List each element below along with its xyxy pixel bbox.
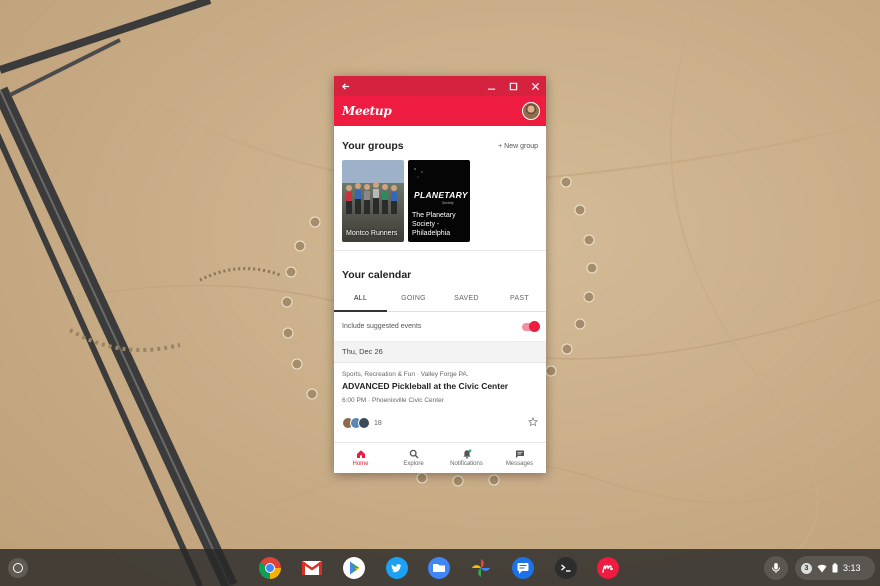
- group-name: The Planetary Society - Philadelphia: [412, 212, 456, 237]
- suggested-events-label: Include suggested events: [342, 323, 422, 330]
- nav-label: Notifications: [450, 461, 483, 467]
- bottom-navigation: Home Explore Notifications Messages: [334, 442, 546, 473]
- groups-heading: Your groups: [342, 140, 404, 152]
- launcher-button[interactable]: [8, 558, 28, 578]
- event-title[interactable]: ADVANCED Pickleball at the Civic Center: [342, 381, 538, 391]
- stars-graphic: [414, 168, 423, 178]
- attendee-count: 18: [374, 419, 382, 427]
- bell-icon: [462, 449, 471, 459]
- window-titlebar: [334, 76, 546, 96]
- groups-header: Your groups + New group: [334, 126, 546, 160]
- tab-past[interactable]: PAST: [493, 289, 546, 311]
- event-time-location: 6:00 PM · Phoenixville Civic Center: [342, 397, 444, 404]
- new-group-link[interactable]: + New group: [498, 143, 538, 150]
- group-card-planetary-society[interactable]: PLANETARY Society The Planetary Society …: [408, 160, 470, 242]
- nav-messages[interactable]: Messages: [493, 443, 546, 473]
- attendee-avatars[interactable]: 18: [342, 417, 382, 429]
- message-icon: [515, 450, 524, 458]
- calendar-header: Your calendar: [334, 251, 546, 289]
- search-icon: [409, 449, 418, 459]
- terminal-icon[interactable]: [552, 554, 580, 582]
- suggested-events-row: Include suggested events: [334, 312, 546, 342]
- tab-saved[interactable]: SAVED: [440, 289, 493, 311]
- shelf: 3 3:13: [0, 549, 880, 586]
- star-icon[interactable]: [528, 414, 538, 432]
- chrome-icon[interactable]: [256, 554, 284, 582]
- suggested-events-toggle[interactable]: [522, 320, 540, 332]
- photos-icon[interactable]: [467, 554, 495, 582]
- microphone-icon[interactable]: [764, 556, 788, 580]
- app-header: Meetup: [334, 96, 546, 126]
- gmail-icon[interactable]: [298, 554, 326, 582]
- nav-label: Messages: [505, 461, 534, 467]
- tab-going[interactable]: GOING: [387, 289, 440, 311]
- calendar-heading: Your calendar: [342, 269, 412, 281]
- notification-badge: 3: [801, 562, 812, 574]
- wifi-icon: [817, 564, 827, 572]
- minimize-icon[interactable]: [486, 81, 496, 91]
- calendar-tabs: ALL GOING SAVED PAST: [334, 289, 546, 312]
- nav-label: Explore: [403, 461, 424, 467]
- planetary-logo-text: PLANETARY: [414, 190, 468, 200]
- meetup-app-window: Meetup Your groups + New group Montco Ru…: [334, 76, 546, 473]
- nav-home[interactable]: Home: [334, 443, 387, 473]
- group-card-montco-runners[interactable]: Montco Runners: [342, 160, 404, 242]
- nav-label: Home: [352, 461, 369, 467]
- status-tray[interactable]: 3 3:13: [795, 556, 875, 580]
- day-header: Thu, Dec 26: [334, 342, 546, 363]
- meetup-logo[interactable]: Meetup: [342, 104, 392, 118]
- close-icon[interactable]: [530, 81, 540, 91]
- main-content: Your groups + New group Montco Runners P…: [334, 126, 546, 443]
- toggle-knob: [529, 320, 540, 332]
- play-store-icon[interactable]: [340, 554, 368, 582]
- event-card[interactable]: Sports, Recreation & Fun · Valley Forge …: [334, 363, 546, 432]
- messages-app-icon[interactable]: [509, 554, 537, 582]
- home-icon: [356, 450, 365, 458]
- back-arrow-icon[interactable]: [340, 81, 350, 91]
- user-avatar[interactable]: [522, 102, 540, 120]
- group-photo: [346, 182, 397, 214]
- nav-notifications[interactable]: Notifications: [440, 443, 493, 473]
- event-category: Sports, Recreation & Fun · Valley Forge …: [342, 371, 469, 378]
- planetary-logo-subtext: Society: [442, 201, 454, 205]
- tab-all[interactable]: ALL: [334, 289, 387, 312]
- attendee-avatar: [358, 417, 370, 429]
- twitter-icon[interactable]: [383, 554, 411, 582]
- files-icon[interactable]: [425, 554, 453, 582]
- nav-explore[interactable]: Explore: [387, 443, 440, 473]
- event-footer: 18: [342, 414, 538, 432]
- launcher-icon: [13, 563, 23, 573]
- meetup-app-icon[interactable]: [594, 554, 622, 582]
- clock: 3:13: [843, 563, 861, 573]
- maximize-icon[interactable]: [508, 81, 518, 91]
- group-name: Montco Runners: [346, 230, 398, 237]
- battery-icon: [832, 563, 838, 573]
- groups-list: Montco Runners PLANETARY Society The Pla…: [334, 160, 546, 242]
